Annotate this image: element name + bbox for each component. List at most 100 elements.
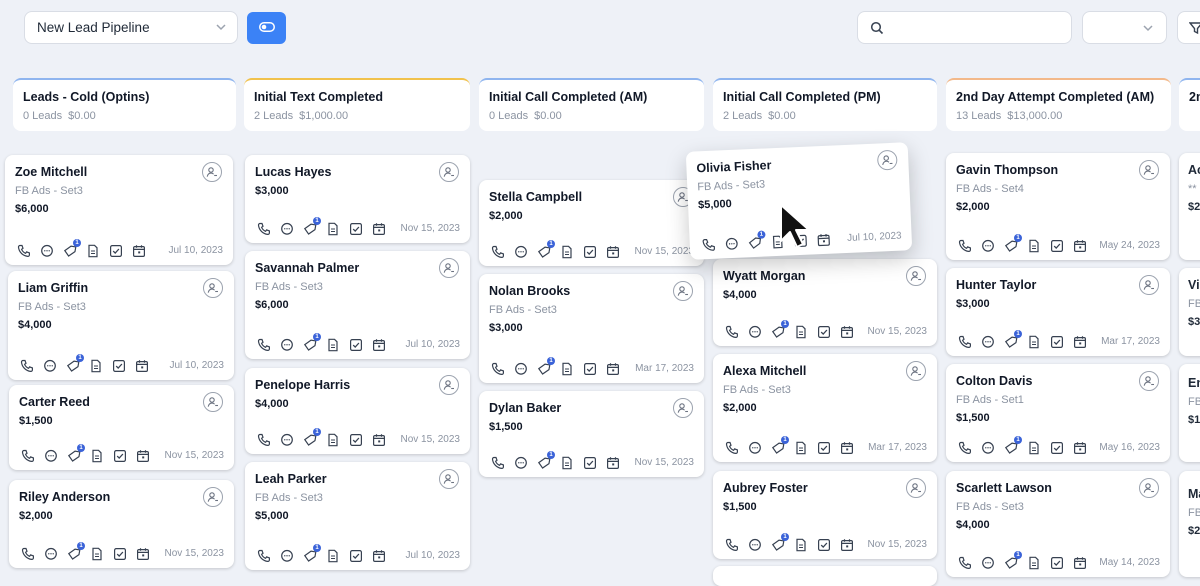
lead-card-partial[interactable]: Ma FB $2 [1179, 471, 1200, 577]
phone-icon[interactable] [956, 439, 973, 456]
chat-icon[interactable] [979, 439, 996, 456]
phone-icon[interactable] [18, 357, 35, 374]
tag-icon[interactable]: 1 [769, 320, 789, 340]
checkbox-icon[interactable] [111, 545, 128, 562]
chat-icon[interactable] [746, 536, 763, 553]
lead-card[interactable]: Zoe Mitchell FB Ads - Set3 $6,000 1 Jul 10, … [5, 155, 233, 265]
assign-user-icon[interactable] [1139, 160, 1159, 180]
document-icon[interactable] [558, 360, 575, 377]
chat-icon[interactable] [41, 357, 58, 374]
chat-icon[interactable] [979, 554, 996, 571]
phone-icon[interactable] [255, 547, 272, 564]
chat-icon[interactable] [979, 333, 996, 350]
chat-icon[interactable] [512, 360, 529, 377]
assign-user-icon[interactable] [202, 162, 222, 182]
document-icon[interactable] [1025, 237, 1042, 254]
assign-user-icon[interactable] [1139, 371, 1159, 391]
document-icon[interactable] [88, 545, 105, 562]
lead-card[interactable]: Riley Anderson $2,000 1 Nov 15, 2023 [9, 480, 234, 568]
phone-icon[interactable] [956, 333, 973, 350]
phone-icon[interactable] [723, 439, 740, 456]
calendar-icon[interactable] [130, 242, 147, 259]
tag-icon[interactable]: 1 [64, 354, 84, 374]
calendar-icon[interactable] [134, 447, 151, 464]
assign-user-icon[interactable] [906, 478, 926, 498]
tag-icon[interactable]: 1 [1002, 330, 1022, 350]
phone-icon[interactable] [723, 536, 740, 553]
assign-user-icon[interactable] [203, 278, 223, 298]
assign-user-icon[interactable] [906, 266, 926, 286]
lead-card[interactable]: Leah Parker FB Ads - Set3 $5,000 1 Jul 10, 2… [245, 462, 470, 570]
calendar-icon[interactable] [370, 220, 387, 237]
calendar-icon[interactable] [1071, 554, 1088, 571]
chat-icon[interactable] [278, 220, 295, 237]
chat-icon[interactable] [38, 242, 55, 259]
document-icon[interactable] [88, 447, 105, 464]
phone-icon[interactable] [19, 545, 36, 562]
tag-icon[interactable]: 1 [65, 444, 85, 464]
checkbox-icon[interactable] [581, 454, 598, 471]
lead-card[interactable]: Aubrey Foster $1,500 1 Nov 15, 2023 [713, 471, 937, 559]
checkbox-icon[interactable] [1048, 439, 1065, 456]
document-icon[interactable] [558, 454, 575, 471]
checkbox-icon[interactable] [815, 439, 832, 456]
phone-icon[interactable] [255, 336, 272, 353]
tag-icon[interactable]: 1 [61, 239, 81, 259]
lead-card-partial[interactable]: En FB $1 [1179, 364, 1200, 462]
document-icon[interactable] [87, 357, 104, 374]
checkbox-icon[interactable] [815, 536, 832, 553]
tag-icon[interactable]: 1 [301, 428, 321, 448]
chat-icon[interactable] [278, 547, 295, 564]
calendar-icon[interactable] [1071, 237, 1088, 254]
calendar-icon[interactable] [604, 243, 621, 260]
lead-card[interactable]: Hunter Taylor $3,000 1 Mar 17, 2023 [946, 268, 1170, 356]
chat-icon[interactable] [42, 447, 59, 464]
checkbox-icon[interactable] [347, 220, 364, 237]
checkbox-icon[interactable] [347, 336, 364, 353]
lead-card[interactable]: Stella Campbell $2,000 1 Nov 15, 2023 [479, 180, 704, 266]
assign-user-icon[interactable] [439, 258, 459, 278]
phone-icon[interactable] [956, 554, 973, 571]
search-input[interactable] [857, 11, 1072, 44]
chat-icon[interactable] [746, 439, 763, 456]
lead-card[interactable]: Nolan Brooks FB Ads - Set3 $3,000 1 Mar 17, … [479, 274, 704, 383]
lead-card-partial[interactable]: Ac ** $2 [1179, 153, 1200, 260]
calendar-icon[interactable] [370, 431, 387, 448]
checkbox-icon[interactable] [347, 431, 364, 448]
phone-icon[interactable] [255, 220, 272, 237]
checkbox-icon[interactable] [581, 360, 598, 377]
checkbox-icon[interactable] [815, 323, 832, 340]
calendar-icon[interactable] [814, 231, 832, 249]
lead-card[interactable]: Lucas Hayes $3,000 1 Nov 15, 2023 [245, 155, 470, 243]
tag-icon[interactable]: 1 [535, 357, 555, 377]
document-icon[interactable] [1025, 554, 1042, 571]
tag-icon[interactable]: 1 [301, 217, 321, 237]
lead-card[interactable]: Liam Griffin FB Ads - Set3 $4,000 1 Jul 10, … [8, 271, 234, 380]
tag-icon[interactable]: 1 [535, 240, 555, 260]
tag-icon[interactable]: 1 [65, 542, 85, 562]
assign-user-icon[interactable] [673, 398, 693, 418]
phone-icon[interactable] [723, 323, 740, 340]
document-icon[interactable] [792, 323, 809, 340]
lead-card[interactable]: Colton Davis FB Ads - Set1 $1,500 1 May 16, … [946, 364, 1170, 462]
checkbox-icon[interactable] [347, 547, 364, 564]
assign-user-icon[interactable] [203, 392, 223, 412]
calendar-icon[interactable] [134, 545, 151, 562]
checkbox-icon[interactable] [1048, 554, 1065, 571]
document-icon[interactable] [84, 242, 101, 259]
assign-user-icon[interactable] [203, 487, 223, 507]
chat-icon[interactable] [512, 243, 529, 260]
document-icon[interactable] [324, 220, 341, 237]
phone-icon[interactable] [489, 243, 506, 260]
assign-user-icon[interactable] [906, 361, 926, 381]
checkbox-icon[interactable] [581, 243, 598, 260]
chat-icon[interactable] [42, 545, 59, 562]
tag-icon[interactable]: 1 [1002, 234, 1022, 254]
lead-card-partial[interactable] [713, 566, 937, 586]
calendar-icon[interactable] [370, 547, 387, 564]
lead-card[interactable]: Gavin Thompson FB Ads - Set4 $2,000 1 May 24… [946, 153, 1170, 260]
assign-user-icon[interactable] [1139, 275, 1159, 295]
checkbox-icon[interactable] [107, 242, 124, 259]
assign-user-icon[interactable] [439, 469, 459, 489]
chat-icon[interactable] [278, 336, 295, 353]
